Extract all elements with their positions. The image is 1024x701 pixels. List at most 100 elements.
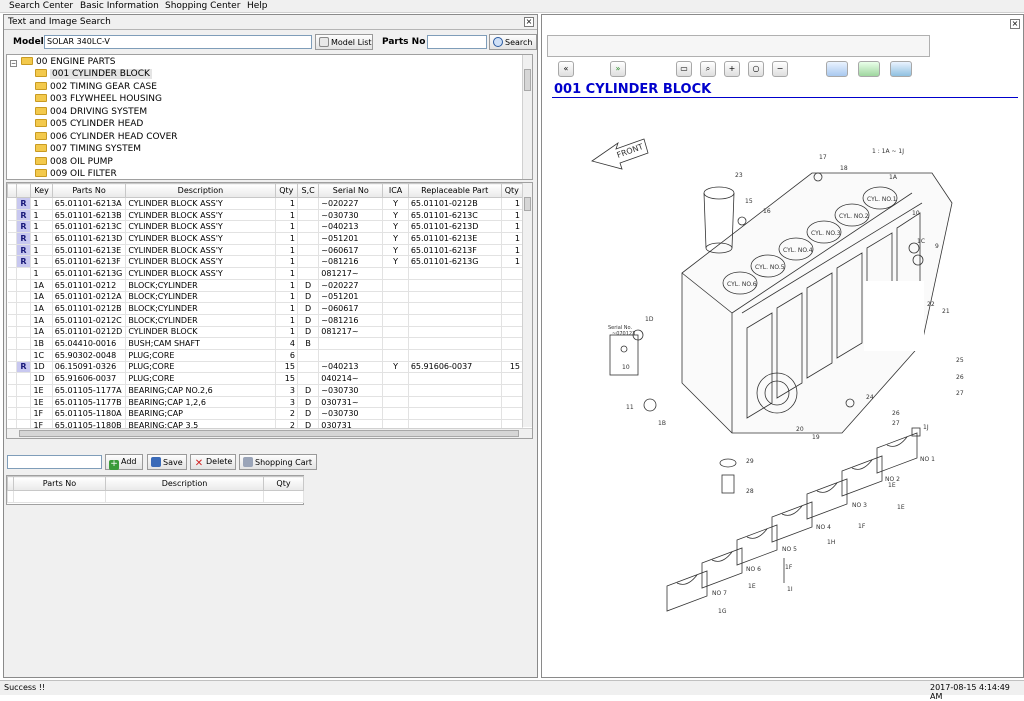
cell-sc: D	[297, 396, 320, 409]
tree-item-004[interactable]: 004 DRIVING SYSTEM	[35, 106, 147, 119]
cart-header-parts-no[interactable]: Parts No	[13, 476, 106, 491]
cell-description: CYLINDER BLOCK ASS'Y	[125, 197, 276, 210]
cart-input[interactable]	[7, 455, 102, 469]
tree-item-003[interactable]: 003 FLYWHEEL HOUSING	[35, 94, 162, 106]
menu-help[interactable]: Help	[247, 1, 268, 11]
tree-item-006[interactable]: 006 CYLINDER HEAD COVER	[35, 131, 178, 144]
table-row[interactable]: 1A 65.01101-0212D CYLINDER BLOCK 1 D 081217~	[7, 326, 524, 339]
tree-item-002[interactable]: 002 TIMING GEAR CASE	[35, 81, 157, 94]
parts-vscroll-thumb[interactable]	[524, 197, 531, 211]
parts-no-input[interactable]	[427, 35, 487, 49]
search-button[interactable]: Search	[489, 34, 537, 50]
model-list-button[interactable]: Model List	[315, 34, 373, 50]
callout-label: 10	[622, 364, 630, 371]
table-row[interactable]: 1A 65.01101-0212 BLOCK;CYLINDER 1 D ~020227	[7, 279, 524, 292]
model-list-label: Model List	[331, 38, 372, 47]
cart-header-qty[interactable]: Qty	[263, 476, 304, 491]
table-row[interactable]: 1E 65.01105-1177A BEARING;CAP NO.2,6 3 D ~030…	[7, 384, 524, 397]
cell-parts-no: 65.90302-0048	[52, 349, 127, 362]
table-row[interactable]: R 1 65.01101-6213F CYLINDER BLOCK ASS'Y 1 ~08…	[7, 255, 524, 269]
header-replaceable-qty[interactable]: Qty	[500, 183, 524, 198]
cart-header-description[interactable]: Description	[105, 476, 264, 491]
table-row[interactable]: R 1 65.01101-6213A CYLINDER BLOCK ASS'Y 1 ~02…	[7, 197, 524, 210]
zoom-in-icon[interactable]: +	[724, 61, 740, 77]
shopping-cart-button[interactable]: Shopping Cart	[239, 454, 317, 470]
tree-scroll-thumb[interactable]	[524, 69, 531, 91]
delete-button[interactable]: ✕ Delete	[190, 454, 236, 470]
table-row[interactable]: 1A 65.01101-0212A BLOCK;CYLINDER 1 D ~051201	[7, 291, 524, 304]
row-marker	[7, 302, 17, 315]
tree-scrollbar[interactable]	[522, 55, 532, 179]
header-ica[interactable]: ICA	[382, 183, 409, 198]
header-replaceable-part[interactable]: Replaceable Part	[407, 183, 502, 198]
cell-replaceable-qty	[501, 337, 524, 350]
callout-label: 17	[819, 154, 827, 161]
parts-hscroll-thumb[interactable]	[19, 430, 519, 437]
tree-item-007[interactable]: 007 TIMING SYSTEM	[35, 144, 141, 156]
next-page-icon[interactable]: »	[610, 61, 626, 77]
replace-flag	[16, 302, 32, 315]
save-button[interactable]: Save	[147, 454, 187, 470]
table-row[interactable]: 1B 65.04410-0016 BUSH;CAM SHAFT 4 B	[7, 337, 524, 350]
table-row[interactable]: R 1D 06.15091-0326 PLUG;CORE 15 ~040213 Y 65.91…	[7, 361, 524, 374]
status-message: Success !!	[4, 683, 46, 692]
cell-key: 1A	[30, 302, 53, 315]
collapse-icon[interactable]: −	[10, 60, 17, 67]
table-row[interactable]: R 1 65.01101-6213E CYLINDER BLOCK ASS'Y 1 ~06…	[7, 244, 524, 257]
export-icon[interactable]	[826, 61, 848, 77]
header-key[interactable]: Key	[30, 183, 53, 198]
table-row[interactable]: 1 65.01101-6213G CYLINDER BLOCK ASS'Y 1 0812…	[7, 267, 524, 280]
parts-hscrollbar[interactable]	[7, 428, 532, 438]
row-marker	[7, 407, 17, 421]
tree-item-001[interactable]: 001 CYLINDER BLOCK	[35, 69, 152, 81]
zoom-out-icon[interactable]: −	[772, 61, 788, 77]
print-icon[interactable]: ▭	[676, 61, 692, 77]
cell-replaceable-qty: 1	[501, 244, 524, 257]
callout-label: 1C	[917, 238, 925, 245]
header-description[interactable]: Description	[125, 183, 276, 198]
table-row[interactable]: R 1 65.01101-6213D CYLINDER BLOCK ASS'Y 1 ~05…	[7, 232, 524, 245]
header-sc[interactable]: S,C	[296, 183, 320, 198]
cell-qty: 1	[275, 197, 298, 210]
menu-search-center[interactable]: Search Center	[9, 1, 73, 11]
zoom-actual-icon[interactable]: ○	[748, 61, 764, 77]
cell-key: 1B	[30, 337, 53, 350]
table-row[interactable]: R 1 65.01101-6213C CYLINDER BLOCK ASS'Y 1 ~04…	[7, 220, 524, 234]
menu-basic-information[interactable]: Basic Information	[80, 1, 159, 11]
table-row[interactable]: 1E 65.01105-1177B BEARING;CAP 1,2,6 3 D 03073…	[7, 396, 524, 409]
table-row[interactable]: 1A 65.01101-0212B BLOCK;CYLINDER 1 D ~060617	[7, 302, 524, 315]
cell-sc: D	[297, 326, 320, 339]
zoom-fit-icon[interactable]: ⌕	[700, 61, 716, 77]
cell-parts-no: 65.01101-6213C	[52, 220, 127, 234]
close-icon[interactable]: ×	[1010, 19, 1020, 29]
table-row[interactable]: 1F 65.01105-1180A BEARING;CAP 2 D ~030730	[7, 407, 524, 421]
tree-item-009[interactable]: 009 OIL FILTER	[35, 169, 117, 179]
tree-item-label: 002 TIMING GEAR CASE	[50, 81, 157, 92]
header-qty[interactable]: Qty	[274, 183, 298, 198]
close-icon[interactable]: ×	[524, 17, 534, 27]
table-row[interactable]: 1A 65.01101-0212C BLOCK;CYLINDER 1 D ~081216	[7, 314, 524, 327]
tree-item-008[interactable]: 008 OIL PUMP	[35, 156, 113, 169]
parts-vscrollbar[interactable]	[522, 183, 532, 427]
model-input[interactable]: SOLAR 340LC-V	[44, 35, 312, 49]
cell-description: PLUG;CORE	[125, 361, 276, 374]
header-serial-no[interactable]: Serial No	[318, 183, 384, 198]
cell-description: BLOCK;CYLINDER	[125, 291, 276, 304]
cart-action-bar: + Add Save ✕ Delete Shopping Cart	[4, 454, 537, 473]
image-export-icon[interactable]	[858, 61, 880, 77]
tree-root[interactable]: − 00 ENGINE PARTS	[7, 57, 207, 69]
callout-label: 21	[942, 308, 950, 315]
table-row[interactable]: 1C 65.90302-0048 PLUG;CORE 6	[7, 349, 524, 362]
image-print-icon[interactable]	[890, 61, 912, 77]
cell-key: 1A	[30, 314, 53, 327]
table-row[interactable]: R 1 65.01101-6213B CYLINDER BLOCK ASS'Y 1 ~03…	[7, 209, 524, 222]
first-page-icon[interactable]: «	[558, 61, 574, 77]
menu-shopping-center[interactable]: Shopping Center	[165, 1, 240, 11]
tree-item-005[interactable]: 005 CYLINDER HEAD	[35, 119, 143, 131]
add-button[interactable]: + Add	[105, 454, 143, 470]
table-row[interactable]: 1D 65.91606-0037 PLUG;CORE 15 040214~	[7, 372, 524, 385]
header-parts-no[interactable]: Parts No	[51, 183, 127, 198]
cell-serial-no: ~081216	[318, 255, 384, 269]
cell-qty: 15	[275, 372, 298, 385]
serial-note-2: ~070123	[612, 331, 635, 337]
